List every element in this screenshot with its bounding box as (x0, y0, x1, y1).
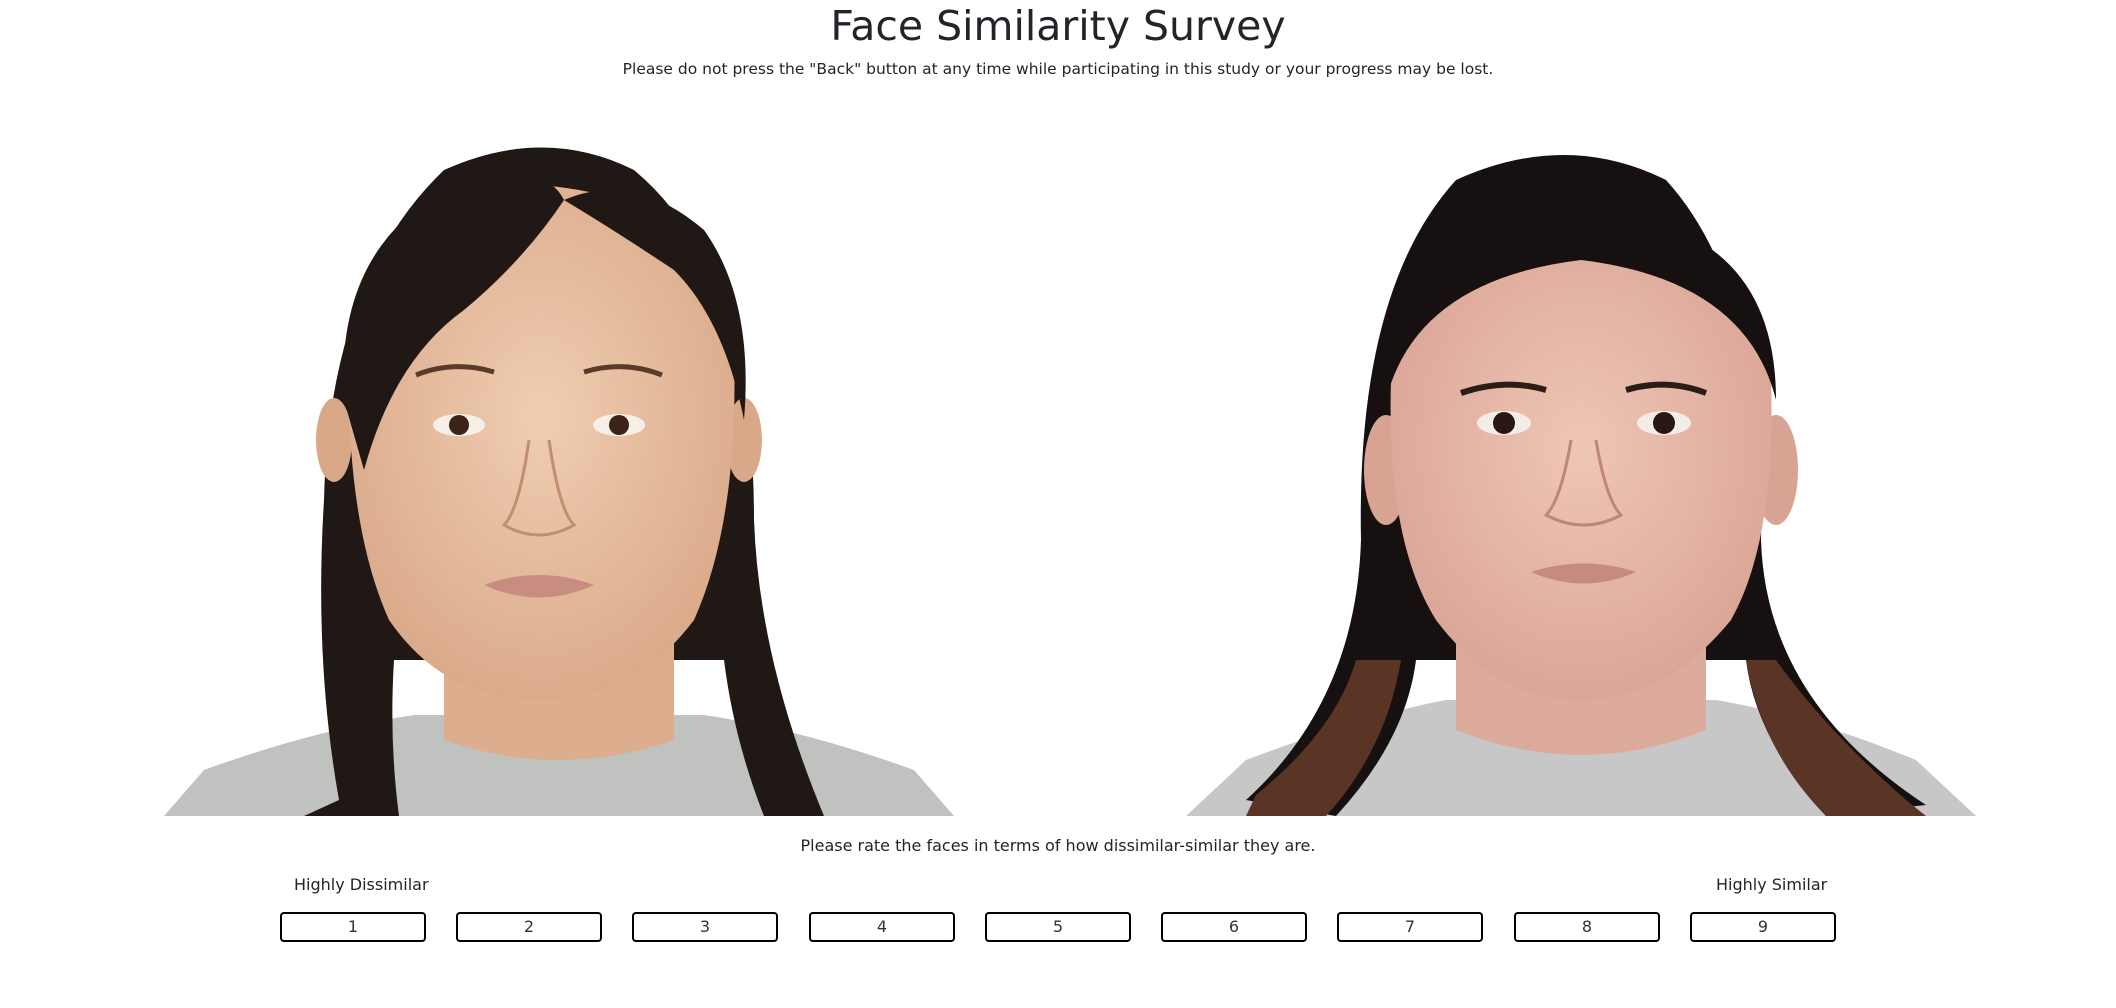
page-title: Face Similarity Survey (830, 2, 1286, 50)
rating-prompt: Please rate the faces in terms of how di… (800, 836, 1316, 855)
face-image-left (164, 140, 954, 816)
high-anchor-label: Highly Similar (1716, 875, 1828, 894)
rating-button-4[interactable]: 4 (809, 912, 955, 942)
low-anchor-label: Highly Dissimilar (294, 875, 429, 894)
rating-scale: 1 2 3 4 5 6 7 8 9 (280, 912, 1836, 944)
rating-button-3[interactable]: 3 (632, 912, 778, 942)
back-button-warning: Please do not press the "Back" button at… (622, 60, 1494, 78)
rating-button-2[interactable]: 2 (456, 912, 602, 942)
rating-button-1[interactable]: 1 (280, 912, 426, 942)
face-image-right (1186, 140, 1976, 816)
rating-button-5[interactable]: 5 (985, 912, 1131, 942)
rating-button-8[interactable]: 8 (1514, 912, 1660, 942)
rating-button-9[interactable]: 9 (1690, 912, 1836, 942)
rating-button-7[interactable]: 7 (1337, 912, 1483, 942)
rating-button-6[interactable]: 6 (1161, 912, 1307, 942)
survey-page: Face Similarity Survey Please do not pre… (0, 0, 2116, 1008)
